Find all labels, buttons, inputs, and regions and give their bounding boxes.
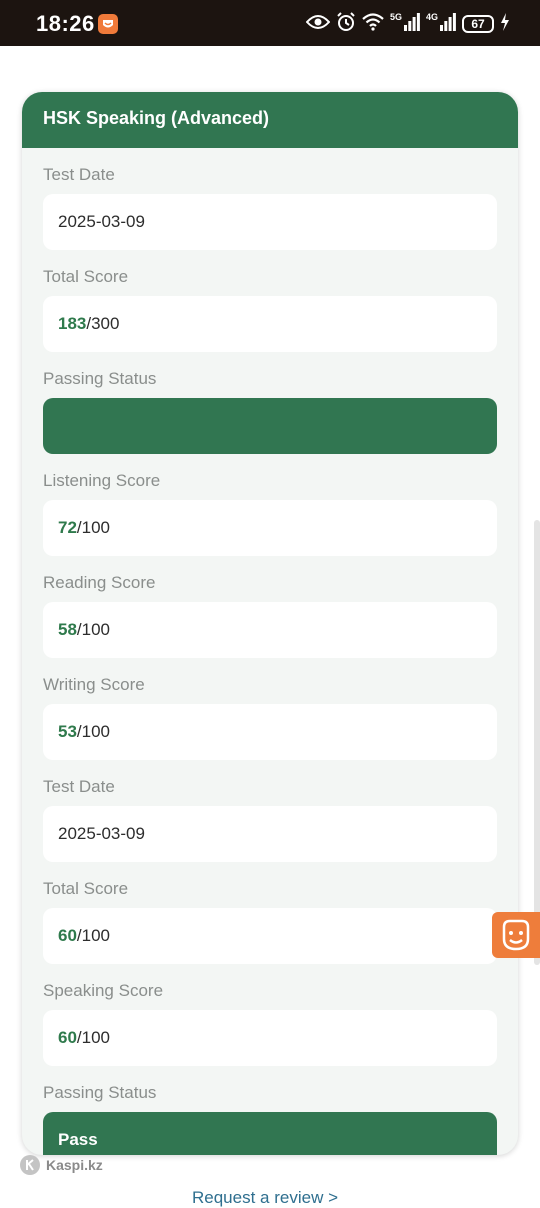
card-title: HSK Speaking (Advanced) [22,92,518,148]
score-max: /100 [76,926,111,945]
passing-status-value: Pass [43,1112,497,1155]
status-time: 18:26 [36,11,95,36]
total-score-label: Total Score [43,879,129,898]
score-max: /100 [76,518,111,537]
signal-icon [403,12,420,36]
passing-status-value [43,398,497,454]
speaking-score-label: Speaking Score [43,981,164,1000]
score-achieved: 60 [58,1028,77,1047]
score-achieved: 183 [58,314,87,333]
result-fields: Test Date 2025-03-09 Total Score 183/300… [22,165,518,1155]
passing-status-label: Passing Status [43,369,157,388]
reading-score-label: Reading Score [43,573,156,592]
speaking-score-value: 60/100 [43,1010,497,1066]
test-date-value: 2025-03-09 [43,194,497,250]
total-score-label: Total Score [43,267,129,286]
signal-icon [440,12,456,36]
scrollbar[interactable] [534,520,540,965]
exam-result-card: HSK Speaking (Advanced) Test Date 2025-0… [22,92,518,1155]
network-4g-label: 4G [425,12,438,22]
score-achieved: 58 [58,620,77,639]
wifi-icon [362,12,384,36]
battery-icon: 67 [462,15,494,33]
score-achieved: 72 [58,518,77,537]
listening-score-label: Listening Score [43,471,161,490]
status-icons: 5G 4G 67 [305,11,510,37]
score-achieved: 53 [58,722,77,741]
score-max: /300 [86,314,120,333]
reading-score-value: 58/100 [43,602,497,658]
writing-score-label: Writing Score [43,675,145,694]
score-max: /100 [76,722,111,741]
assistant-float-button[interactable] [492,912,540,958]
score-max: /100 [76,620,111,639]
network-5g-label: 5G [389,12,402,22]
status-bar: 18:26 5G 4G 67 [0,0,540,46]
test-date-label: Test Date [43,165,115,184]
total-score-value: 60/100 [43,908,497,964]
app-notification-icon [98,14,118,34]
listening-score-value: 72/100 [43,500,497,556]
request-review-link[interactable]: Request a review > [192,1188,338,1208]
charging-icon [500,12,510,36]
kaspi-logo-icon [20,1155,40,1175]
test-date-label: Test Date [43,777,115,796]
passing-status-label: Passing Status [43,1083,157,1102]
writing-score-value: 53/100 [43,704,497,760]
score-achieved: 60 [58,926,77,945]
alarm-icon [336,11,356,37]
score-max: /100 [76,1028,111,1047]
kaspi-brand-text: Kaspi.kz [46,1157,103,1173]
kaspi-watermark: Kaspi.kz [20,1155,103,1175]
test-date-value: 2025-03-09 [43,806,497,862]
eye-icon [305,14,331,35]
total-score-value: 183/300 [43,296,497,352]
